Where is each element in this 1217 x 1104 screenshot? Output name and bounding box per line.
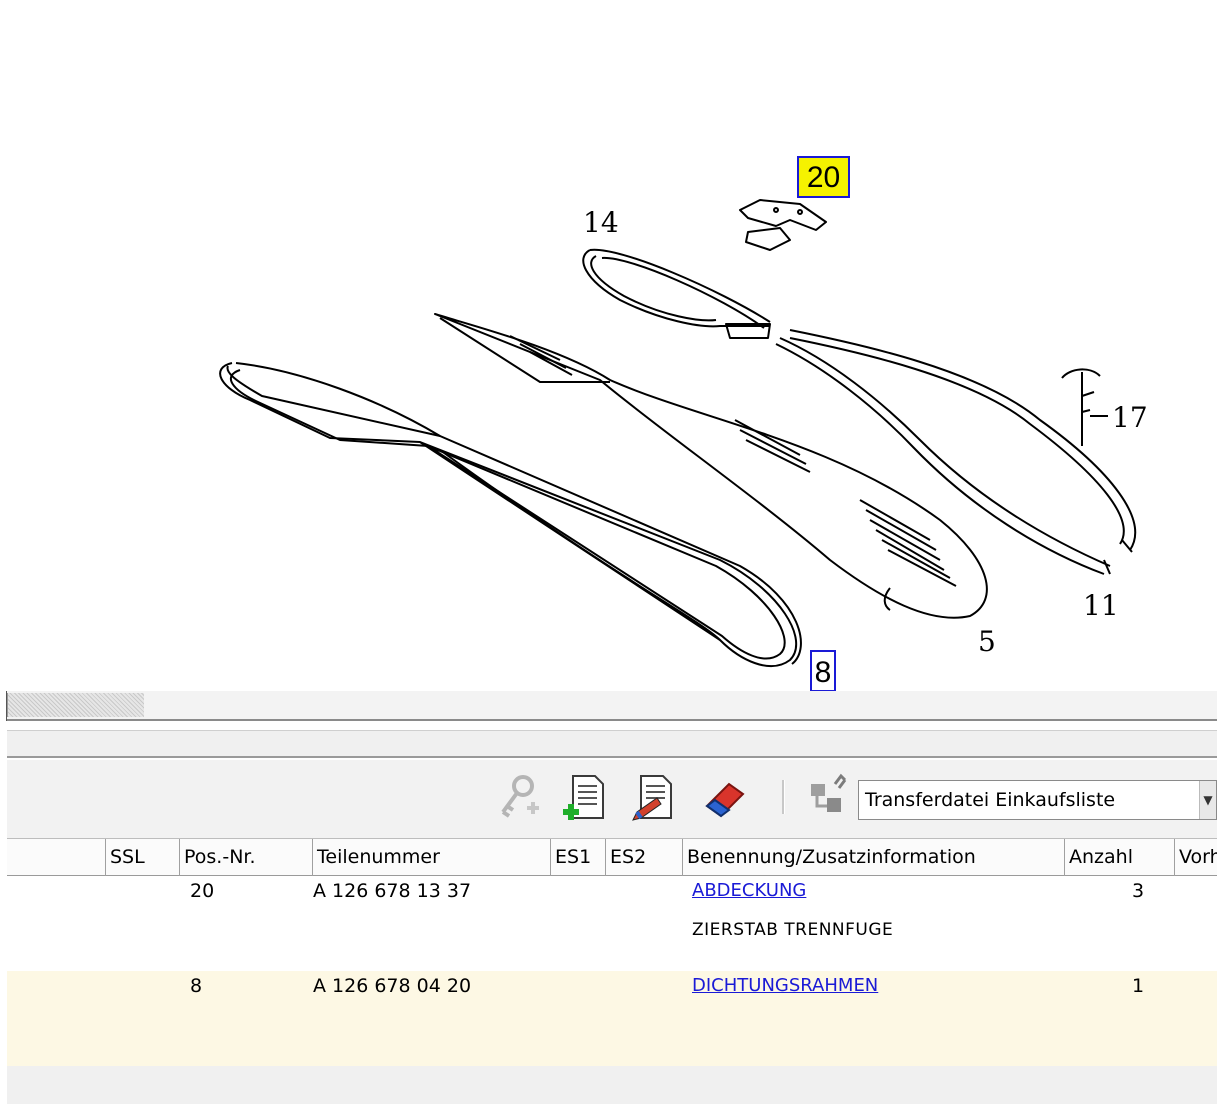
- transfer-file-select[interactable]: Transferdatei Einkaufsliste ▼: [858, 780, 1217, 820]
- horizontal-scrollbar[interactable]: [7, 691, 1217, 721]
- column-vorh[interactable]: Vorh: [1174, 839, 1217, 876]
- toolbar: Transferdatei Einkaufsliste ▼: [7, 760, 1217, 838]
- callout-14: 14: [583, 206, 619, 239]
- column-part-number[interactable]: Teilenummer: [312, 839, 550, 876]
- transfer-icon[interactable]: [801, 772, 853, 824]
- left-border: [0, 730, 7, 1104]
- table-row[interactable]: 20 A 126 678 13 37 ABDECKUNG ZIERSTAB TR…: [7, 876, 1217, 972]
- part-14-ring-drawing: [582, 248, 771, 339]
- key-search-icon[interactable]: [493, 772, 545, 824]
- cell-quantity: 3: [1132, 880, 1145, 902]
- callout-11: 11: [1083, 589, 1119, 622]
- column-pos-nr[interactable]: Pos.-Nr.: [179, 839, 312, 876]
- part-17-hook-drawing: [1061, 368, 1104, 446]
- bottom-panel: [7, 1066, 1217, 1104]
- part-11-strip-drawing: [775, 329, 1136, 575]
- part-8-frame-drawing: [219, 362, 802, 668]
- transfer-select-value: Transferdatei Einkaufsliste: [865, 789, 1116, 811]
- column-quantity[interactable]: Anzahl: [1064, 839, 1174, 876]
- toolbar-separator: [782, 780, 785, 814]
- chevron-down-icon[interactable]: ▼: [1199, 781, 1216, 819]
- column-ssl[interactable]: SSL: [105, 839, 179, 876]
- part-5-panel-drawing: [434, 313, 988, 619]
- part-name-link[interactable]: ABDECKUNG: [692, 880, 806, 901]
- cell-pos: 20: [190, 880, 215, 902]
- cell-part-number: A 126 678 04 20: [313, 975, 472, 997]
- callout-17: 17: [1112, 401, 1148, 434]
- cell-part-number: A 126 678 13 37: [313, 880, 472, 902]
- edit-document-icon[interactable]: [627, 772, 679, 824]
- column-description[interactable]: Benennung/Zusatzinformation: [682, 839, 1064, 876]
- part-20-clip-drawing: [739, 199, 827, 251]
- column-es1[interactable]: ES1: [550, 839, 605, 876]
- callout-5: 5: [978, 625, 996, 658]
- cell-pos: 8: [190, 975, 203, 997]
- cell-additional-info: ZIERSTAB TRENNFUGE: [692, 920, 894, 940]
- table-header: SSL Pos.-Nr. Teilenummer ES1 ES2 Benennu…: [7, 838, 1217, 876]
- parts-drawing: [219, 199, 1136, 668]
- pane-splitter[interactable]: [7, 730, 1217, 758]
- eraser-icon[interactable]: [699, 772, 751, 824]
- part-name-link[interactable]: DICHTUNGSRAHMEN: [692, 975, 878, 996]
- table-row-selected[interactable]: 8 A 126 678 04 20 DICHTUNGSRAHMEN 1: [7, 971, 1217, 1067]
- column-es2[interactable]: ES2: [605, 839, 682, 876]
- add-document-icon[interactable]: [559, 772, 611, 824]
- scrollbar-thumb[interactable]: [7, 693, 144, 717]
- cell-quantity: 1: [1132, 975, 1145, 997]
- parts-diagram: 14 17 11 5 20 8: [0, 0, 1217, 692]
- hotspot-8[interactable]: 8: [810, 650, 836, 692]
- hotspot-20-selected[interactable]: 20: [797, 156, 850, 198]
